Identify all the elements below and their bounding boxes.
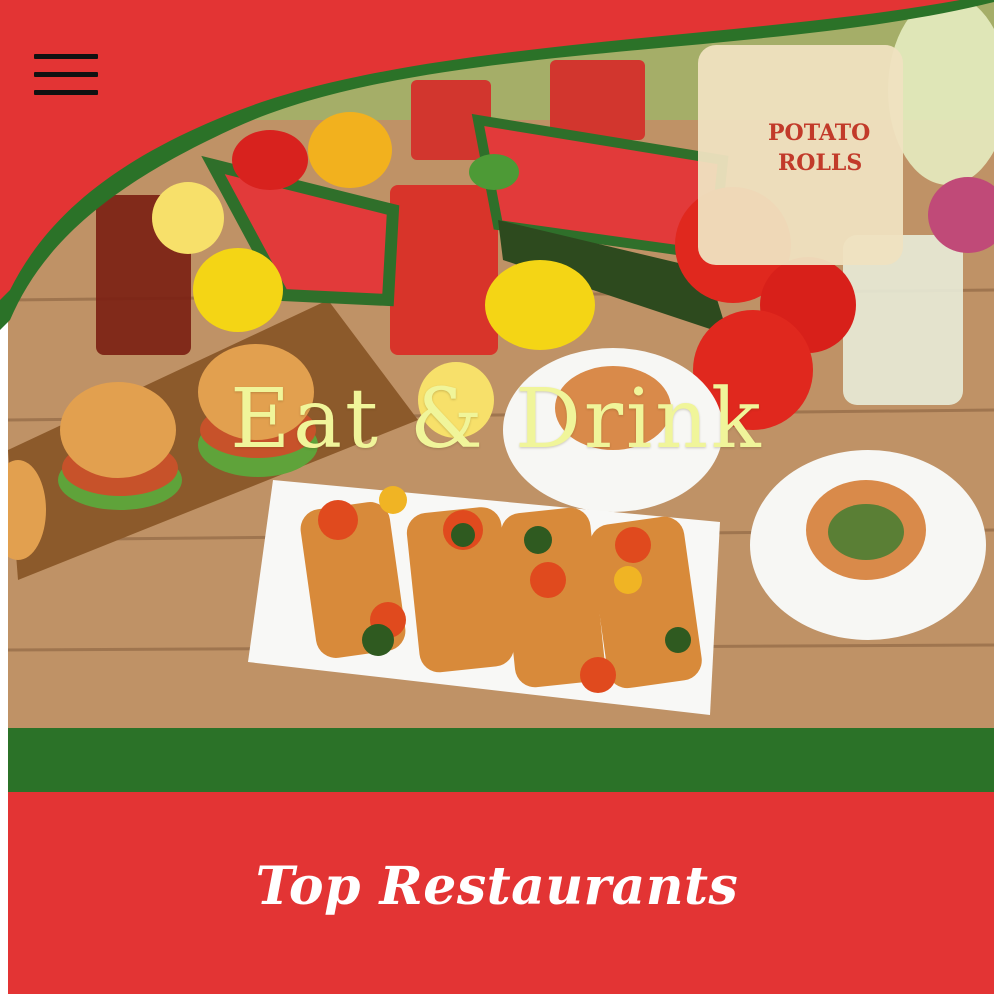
lemon	[193, 248, 283, 332]
hero-title: Eat & Drink	[230, 372, 764, 467]
hamburger-menu-button[interactable]	[34, 54, 98, 98]
food-spread-illustration: POTATO ROLLS	[8, 0, 994, 728]
watermelon-juice-glass	[390, 185, 498, 355]
green-divider-band	[8, 728, 994, 792]
svg-text:POTATO: POTATO	[768, 120, 870, 146]
lemon	[485, 260, 595, 350]
hero-image: POTATO ROLLS	[8, 0, 994, 728]
page: POTATO ROLLS Eat & Drink Top Restaurants	[0, 0, 994, 994]
section-title: Top Restaurants	[255, 856, 739, 917]
svg-text:ROLLS: ROLLS	[778, 150, 862, 176]
